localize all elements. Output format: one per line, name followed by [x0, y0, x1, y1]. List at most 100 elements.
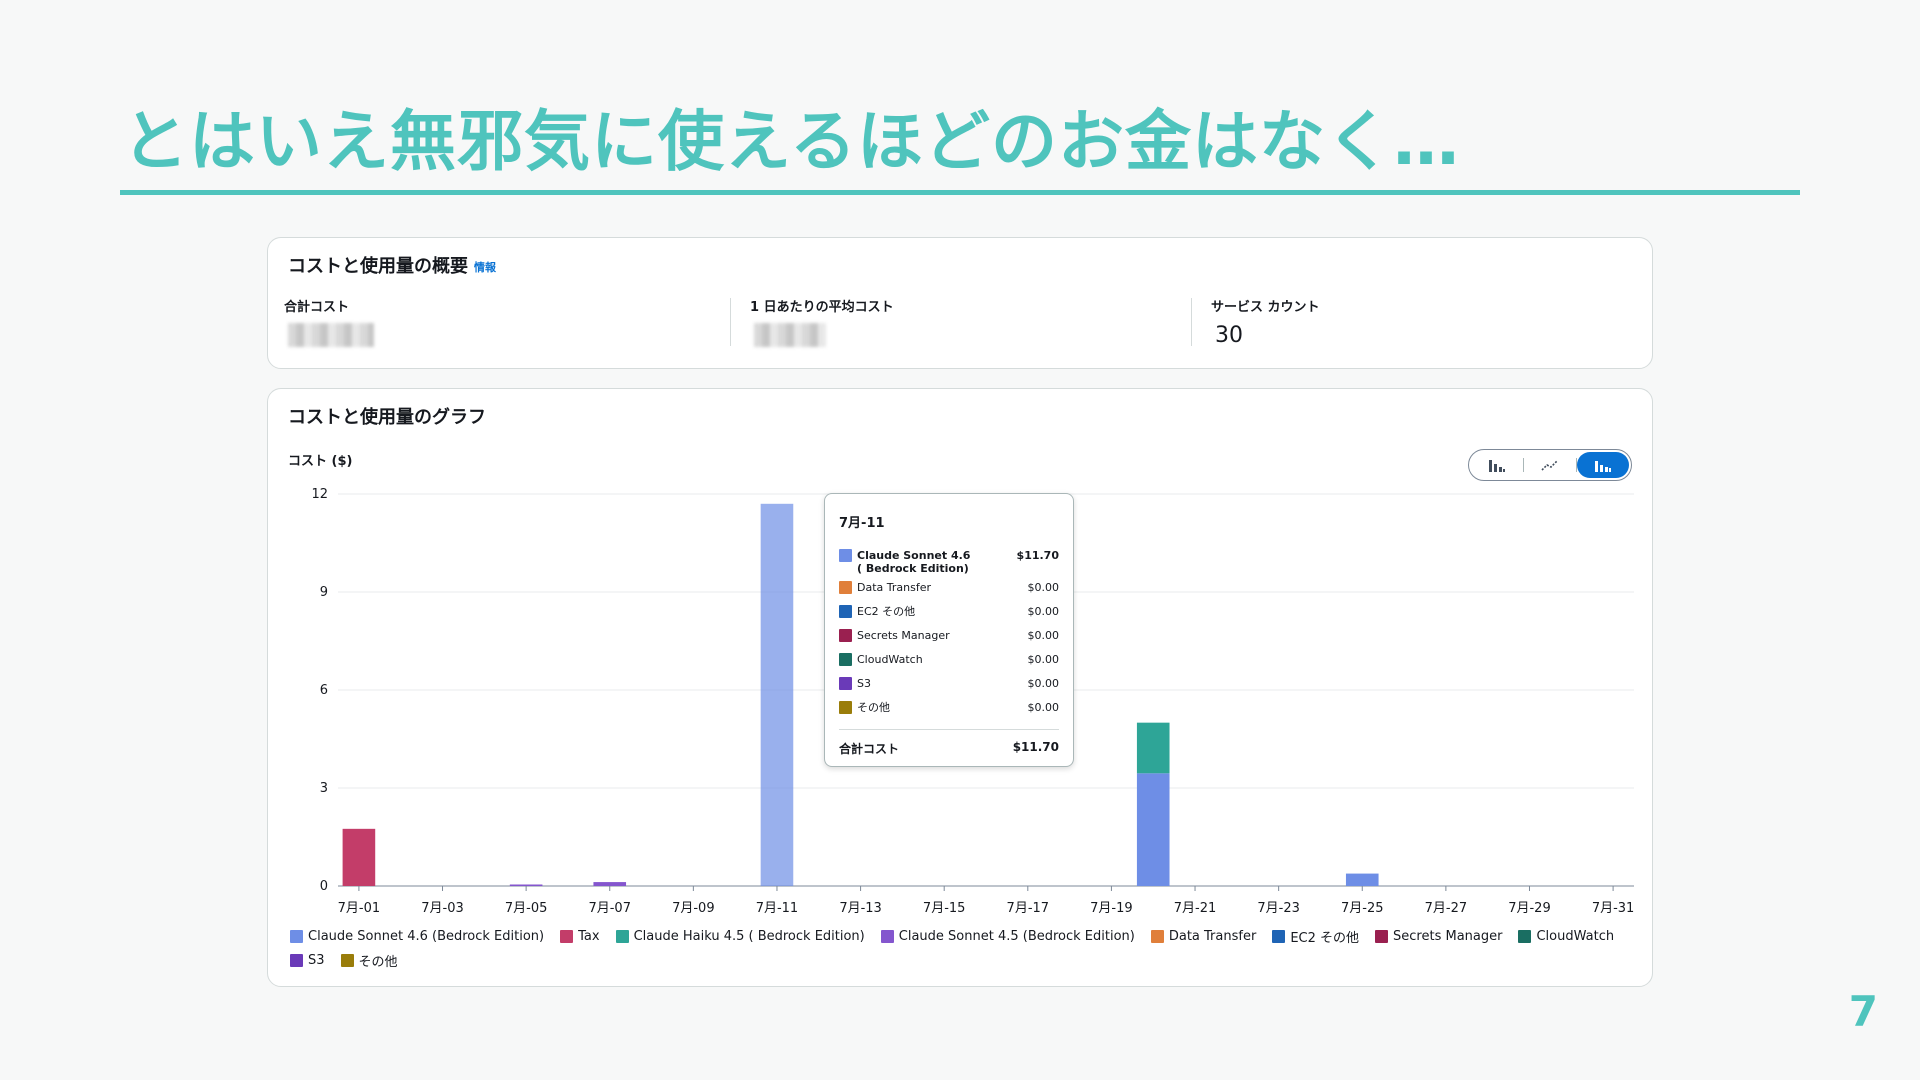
legend-label: CloudWatch	[1536, 929, 1615, 944]
bar-segment	[1136, 722, 1170, 774]
bar-segment	[1136, 773, 1170, 886]
x-tick-label: 7月-09	[672, 901, 715, 916]
x-tick-label: 7月-01	[338, 901, 381, 916]
legend-swatch	[560, 930, 574, 943]
avg-daily-cost-label: 1 日あたりの平均コスト	[750, 300, 894, 315]
avg-daily-cost-metric: 1 日あたりの平均コスト	[750, 296, 894, 353]
bar-segment	[509, 884, 543, 886]
x-tick-label: 7月-15	[923, 901, 966, 916]
legend-swatch	[1150, 930, 1164, 943]
tooltip-swatch	[839, 605, 852, 618]
tooltip-series-value: $0.00	[1027, 605, 1060, 618]
legend-label: Secrets Manager	[1393, 929, 1503, 944]
service-count-label: サービス カウント	[1211, 300, 1320, 315]
legend-item[interactable]: Claude Sonnet 4.5 (Bedrock Edition)	[880, 927, 1135, 946]
tooltip-series-value: $0.00	[1027, 629, 1060, 642]
chart-legend: Claude Sonnet 4.6 (Bedrock Edition) Tax Cl…	[290, 927, 1640, 970]
legend-label: Claude Haiku 4.5 ( Bedrock Edition)	[633, 929, 865, 944]
legend-item[interactable]: EC2 その他	[1272, 927, 1359, 946]
summary-title-text: コストと使用量の概要	[288, 256, 468, 277]
x-tick-label: 7月-13	[839, 901, 882, 916]
tooltip-row-series: CloudWatch	[839, 653, 923, 666]
y-tick-label: 6	[320, 683, 328, 698]
total-cost-label: 合計コスト	[284, 300, 350, 315]
tooltip-swatch	[839, 677, 852, 690]
tooltip-total: 合計コスト $11.70	[839, 740, 1059, 757]
x-tick-label: 7月-11	[756, 901, 799, 916]
metric-divider	[1191, 298, 1192, 346]
legend-item[interactable]: Secrets Manager	[1375, 927, 1502, 946]
tooltip-series-value: $0.00	[1027, 653, 1060, 666]
tooltip-date: 7月-11	[839, 516, 885, 531]
tooltip-row: Secrets Manager $0.00	[839, 629, 1059, 653]
legend-swatch	[1375, 930, 1389, 943]
info-link[interactable]: 情報	[474, 261, 496, 274]
x-tick-label: 7月-17	[1007, 901, 1050, 916]
tooltip-rows: Claude Sonnet 4.6 ( Bedrock Edition) $11.…	[839, 549, 1059, 725]
legend-label: その他	[358, 955, 398, 970]
tooltip-swatch	[839, 701, 852, 714]
tooltip-swatch	[839, 549, 852, 562]
tooltip-swatch	[839, 581, 852, 594]
legend-swatch	[340, 954, 354, 967]
x-tick-label: 7月-21	[1174, 901, 1217, 916]
legend-swatch	[290, 954, 303, 967]
service-count-metric: サービス カウント 30	[1211, 296, 1320, 348]
bar-segment	[1345, 873, 1379, 886]
tooltip-series-name: CloudWatch	[857, 653, 923, 666]
legend-item[interactable]: Claude Haiku 4.5 ( Bedrock Edition)	[615, 927, 865, 946]
legend-item[interactable]: その他	[340, 951, 398, 970]
tooltip-row-series: Data Transfer	[839, 581, 931, 594]
bar-segment	[342, 828, 376, 886]
legend-label: EC2 その他	[1290, 931, 1360, 946]
total-cost-metric: 合計コスト	[284, 296, 374, 353]
legend-label: Claude Sonnet 4.6 (Bedrock Edition)	[308, 929, 545, 944]
y-tick-label: 12	[311, 487, 328, 502]
summary-title: コストと使用量の概要 情報	[288, 252, 496, 278]
x-tick-label: 7月-19	[1090, 901, 1133, 916]
tooltip-row: その他 $0.00	[839, 701, 1059, 725]
cost-usage-summary-panel: コストと使用量の概要 情報 合計コスト 1 日あたりの平均コスト サービス カウン…	[267, 237, 1653, 369]
legend-label: Claude Sonnet 4.5 (Bedrock Edition)	[898, 929, 1135, 944]
tooltip-series-name: Data Transfer	[857, 581, 931, 594]
metric-divider	[730, 298, 731, 346]
tooltip-row-series: S3	[839, 677, 871, 690]
legend-item[interactable]: Data Transfer	[1150, 927, 1257, 946]
x-tick-label: 7月-23	[1257, 901, 1300, 916]
chart-tooltip: 7月-11 Claude Sonnet 4.6 ( Bedrock Editio…	[824, 493, 1074, 767]
bar-segment	[593, 882, 627, 886]
tooltip-series-value: $11.70	[1016, 549, 1059, 562]
tooltip-row: S3 $0.00	[839, 677, 1059, 701]
tooltip-row-series: Secrets Manager	[839, 629, 950, 642]
legend-item[interactable]: S3	[290, 951, 325, 970]
legend-item[interactable]: Tax	[560, 927, 600, 946]
tooltip-series-name: Secrets Manager	[857, 629, 950, 642]
tooltip-total-label: 合計コスト	[839, 742, 900, 756]
tooltip-series-name: EC2 その他	[857, 605, 916, 618]
tooltip-series-value: $0.00	[1027, 701, 1060, 714]
legend-label: Tax	[578, 929, 600, 944]
legend-swatch	[1518, 930, 1532, 943]
bar-segment	[760, 503, 794, 886]
legend-swatch	[1272, 930, 1286, 943]
x-tick-label: 7月-29	[1508, 901, 1551, 916]
legend-item[interactable]: Claude Sonnet 4.6 (Bedrock Edition)	[290, 927, 544, 946]
x-tick-label: 7月-03	[421, 901, 464, 916]
x-tick-label: 7月-27	[1425, 901, 1468, 916]
tooltip-row: CloudWatch $0.00	[839, 653, 1059, 677]
page-number: 7	[1848, 987, 1878, 1036]
total-cost-value-redacted	[284, 323, 374, 353]
legend-swatch	[880, 930, 894, 943]
tooltip-swatch	[839, 629, 852, 642]
tooltip-row: EC2 その他 $0.00	[839, 605, 1059, 629]
tooltip-row: Claude Sonnet 4.6 ( Bedrock Edition) $11.…	[839, 549, 1059, 581]
tooltip-series-name: Claude Sonnet 4.6 ( Bedrock Edition)	[857, 549, 971, 575]
x-tick-label: 7月-07	[588, 901, 631, 916]
x-tick-label: 7月-05	[505, 901, 548, 916]
title-underline	[120, 190, 1800, 195]
y-tick-label: 3	[320, 781, 328, 796]
legend-label: Data Transfer	[1168, 929, 1257, 944]
slide-title: とはいえ無邪気に使えるほどのお金はなく…	[122, 103, 1461, 180]
legend-item[interactable]: CloudWatch	[1518, 927, 1614, 946]
tooltip-series-value: $0.00	[1027, 581, 1060, 594]
